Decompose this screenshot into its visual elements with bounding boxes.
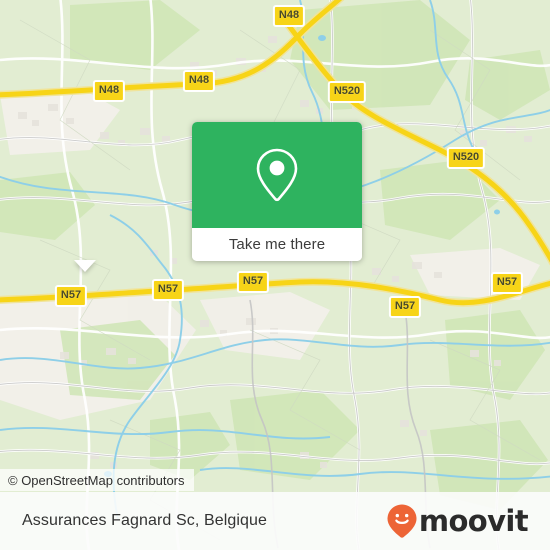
moovit-smiley-pin-icon <box>387 504 417 538</box>
road-shield: N520 <box>446 147 486 169</box>
road-shield: N48 <box>92 80 126 102</box>
road-shield: N48 <box>272 5 306 27</box>
road-shield: N57 <box>151 279 185 301</box>
road-shield: N520 <box>327 81 367 103</box>
road-shield: N48 <box>182 70 216 92</box>
map-tiles <box>0 0 550 550</box>
popup-icon-panel <box>192 122 362 228</box>
road-shield: N57 <box>236 271 270 293</box>
take-me-there-button[interactable]: Take me there <box>192 228 362 261</box>
road-shield: N57 <box>388 296 422 318</box>
map-pin-icon <box>256 148 298 202</box>
popup-body: Take me there <box>192 122 362 261</box>
map-screen: N48 N48 N48 N520 N520 N57 N57 N57 N57 N5… <box>0 0 550 550</box>
moovit-wordmark: moovit <box>418 503 529 538</box>
road-shield: N57 <box>490 272 524 294</box>
bottom-bar: Assurances Fagnard Sc, Belgique moovit <box>0 492 550 550</box>
popup-tail <box>74 260 96 272</box>
place-name-label: Assurances Fagnard Sc, Belgique <box>22 512 268 529</box>
osm-attribution[interactable]: © OpenStreetMap contributors <box>0 469 194 491</box>
map-canvas[interactable] <box>0 0 550 550</box>
moovit-logo[interactable]: moovit <box>386 503 529 539</box>
road-shield: N57 <box>54 285 88 307</box>
location-popup[interactable]: Take me there <box>192 122 362 261</box>
